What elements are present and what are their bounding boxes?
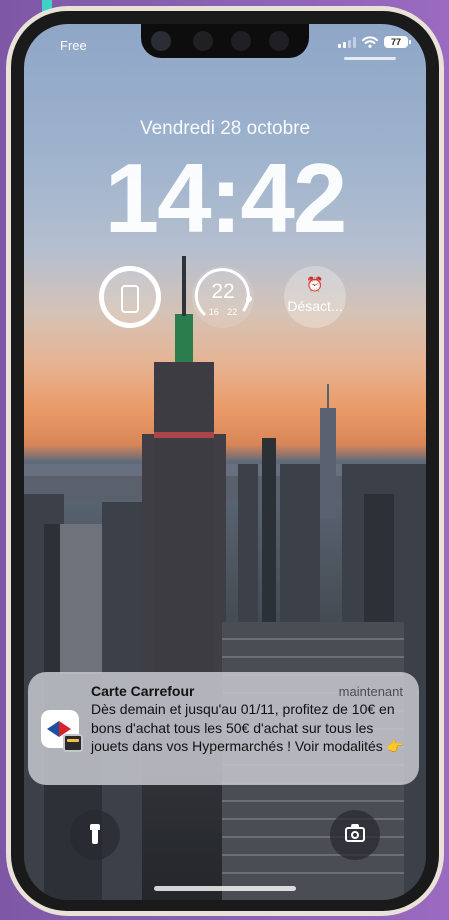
alarm-clock-icon: ⏰ bbox=[306, 276, 324, 292]
status-icons: 77 bbox=[338, 36, 411, 48]
lock-time: 14:42 bbox=[104, 143, 348, 253]
wallpaper-building bbox=[60, 524, 102, 674]
phone-icon bbox=[121, 285, 139, 313]
lock-date: Vendredi 28 octobre bbox=[139, 118, 311, 139]
wallpaper-esb-spire bbox=[182, 256, 186, 316]
carrefour-icon bbox=[41, 710, 83, 752]
camera-button[interactable] bbox=[330, 810, 380, 860]
notification-card[interactable]: Carte Carrefour maintenant Dès demain et… bbox=[28, 672, 419, 785]
signal-icon bbox=[338, 36, 356, 48]
wallpaper-building bbox=[262, 438, 276, 638]
battery-icon: 77 bbox=[384, 36, 411, 48]
wallpaper-wtc-spire bbox=[327, 384, 329, 410]
carrier-label: Free bbox=[60, 38, 87, 53]
wallet-icon bbox=[63, 734, 83, 752]
wallpaper-building bbox=[238, 464, 258, 644]
wallpaper-esb-light bbox=[154, 432, 214, 438]
home-indicator[interactable] bbox=[154, 886, 296, 891]
temperature-current: 22 bbox=[211, 280, 235, 303]
sensor-icon bbox=[269, 31, 289, 51]
flashlight-icon bbox=[90, 824, 100, 846]
sensor-icon bbox=[193, 31, 213, 51]
wallpaper-esb-top bbox=[175, 314, 193, 362]
wallpaper-esb-body bbox=[154, 362, 214, 682]
front-camera-icon bbox=[151, 31, 171, 51]
control-center-indicator[interactable] bbox=[344, 57, 396, 60]
sensor-icon bbox=[231, 31, 251, 51]
wallpaper-building bbox=[280, 464, 320, 634]
alarm-widget[interactable]: ⏰ Désact... bbox=[284, 266, 346, 328]
temperature-range: 16 22 bbox=[208, 307, 238, 317]
alarm-label: Désact... bbox=[287, 298, 343, 314]
camera-icon bbox=[345, 824, 365, 842]
weather-widget[interactable]: 22 16 22 bbox=[192, 266, 254, 328]
battery-widget[interactable] bbox=[99, 266, 161, 328]
lock-screen: Free 77 Vendredi 28 octobre 14:42 22 16 … bbox=[24, 24, 426, 900]
notification-app-name: Carte Carrefour bbox=[91, 683, 195, 699]
notification-time: maintenant bbox=[338, 684, 403, 699]
wallpaper-wtc bbox=[320, 408, 336, 518]
notification-body: Dès demain et jusqu'au 01/11, profitez d… bbox=[91, 701, 405, 754]
dynamic-island bbox=[141, 24, 309, 58]
wifi-icon bbox=[362, 36, 378, 48]
flashlight-button[interactable] bbox=[70, 810, 120, 860]
